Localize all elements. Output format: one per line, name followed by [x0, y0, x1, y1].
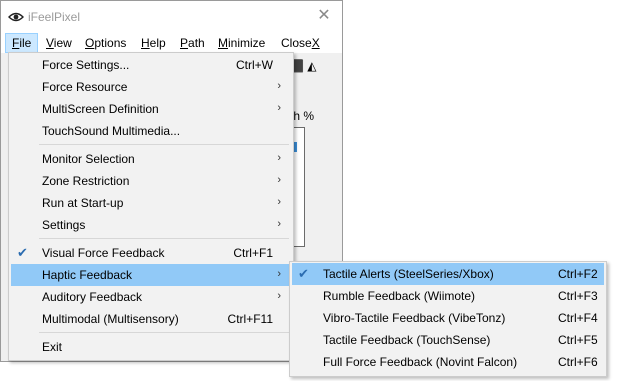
menu-minimize[interactable]: Minimize	[212, 33, 271, 53]
shortcut-label: Ctrl+F4	[558, 311, 598, 325]
menu-separator	[39, 332, 289, 333]
menu-file[interactable]: File	[5, 33, 39, 53]
menu-item-label: Monitor Selection	[42, 152, 135, 166]
submenu-item-tactile-feedback-touchsense[interactable]: Tactile Feedback (TouchSense) Ctrl+F5	[292, 329, 604, 351]
chevron-right-icon: ›	[277, 102, 281, 114]
menu-item-label: Visual Force Feedback	[42, 246, 165, 260]
menu-item-label: Full Force Feedback (Novint Falcon)	[323, 355, 518, 369]
checkmark-icon: ✔	[17, 245, 28, 260]
window-title: iFeelPixel	[28, 10, 81, 24]
chevron-right-icon: ›	[277, 268, 281, 280]
menu-path[interactable]: Path	[174, 33, 211, 53]
menu-item-force-resource[interactable]: Force Resource ›	[11, 76, 291, 98]
chevron-right-icon: ›	[277, 196, 281, 208]
menu-item-label: Exit	[42, 340, 63, 354]
menu-item-label: Haptic Feedback	[42, 268, 133, 282]
menu-item-auditory-feedback[interactable]: Auditory Feedback ›	[11, 286, 291, 308]
shortcut-label: Ctrl+F5	[558, 333, 598, 347]
menu-item-multiscreen-definition[interactable]: MultiScreen Definition ›	[11, 98, 291, 120]
menu-view[interactable]: View	[40, 33, 78, 53]
menu-item-label: Tactile Feedback (TouchSense)	[323, 333, 491, 347]
menu-item-haptic-feedback[interactable]: Haptic Feedback ›	[11, 264, 291, 286]
menu-closex[interactable]: CloseX	[275, 33, 326, 53]
menu-item-run-at-start-up[interactable]: Run at Start-up ›	[11, 192, 291, 214]
menu-item-label: Auditory Feedback	[42, 290, 143, 304]
menu-item-multimodal-multisensory[interactable]: Multimodal (Multisensory) Ctrl+F11	[11, 308, 291, 330]
menu-item-label: Force Settings...	[42, 58, 130, 72]
chevron-right-icon: ›	[277, 174, 281, 186]
menu-item-touchsound-multimedia[interactable]: TouchSound Multimedia...	[11, 120, 291, 142]
chevron-right-icon: ›	[277, 290, 281, 302]
shortcut-label: Ctrl+F3	[558, 289, 598, 303]
menu-item-force-settings[interactable]: Force Settings... Ctrl+W	[11, 54, 291, 76]
menu-item-label: Run at Start-up	[42, 196, 124, 210]
chevron-right-icon: ›	[277, 218, 281, 230]
title-bar: iFeelPixel ✕	[1, 1, 342, 33]
menu-item-label: Settings	[42, 218, 86, 232]
eye-icon	[8, 12, 24, 22]
haptic-submenu: ✔ Tactile Alerts (SteelSeries/Xbox) Ctrl+F…	[289, 261, 607, 377]
menu-item-exit[interactable]: Exit	[11, 336, 291, 358]
menu-help[interactable]: Help	[135, 33, 172, 53]
menu-item-label: Vibro-Tactile Feedback (VibeTonz)	[323, 311, 506, 325]
menu-item-settings[interactable]: Settings ›	[11, 214, 291, 236]
menu-item-label: Multimodal (Multisensory)	[42, 312, 179, 326]
menu-item-label: Rumble Feedback (Wiimote)	[323, 289, 476, 303]
shortcut-label: Ctrl+F11	[227, 312, 273, 326]
submenu-item-vibro-tactile-feedback-vibetonz[interactable]: Vibro-Tactile Feedback (VibeTonz) Ctrl+F4	[292, 307, 604, 329]
menu-item-visual-force-feedback[interactable]: ✔ Visual Force Feedback Ctrl+F1	[11, 242, 291, 264]
menu-options[interactable]: Options	[79, 33, 132, 53]
menu-separator	[39, 238, 289, 239]
menu-item-monitor-selection[interactable]: Monitor Selection ›	[11, 148, 291, 170]
checkmark-icon: ✔	[298, 266, 309, 281]
submenu-item-rumble-feedback-wiimote[interactable]: Rumble Feedback (Wiimote) Ctrl+F3	[292, 285, 604, 307]
submenu-item-full-force-feedback-novint-falcon[interactable]: Full Force Feedback (Novint Falcon) Ctrl+…	[292, 351, 604, 373]
chevron-right-icon: ›	[277, 152, 281, 164]
menu-item-label: Zone Restriction	[42, 174, 130, 188]
shortcut-label: Ctrl+W	[236, 58, 273, 72]
shortcut-label: Ctrl+F2	[558, 267, 598, 281]
shortcut-label: Ctrl+F1	[233, 246, 273, 260]
menu-bar: File View Options Help Path Minimize Clo…	[1, 33, 342, 53]
submenu-item-tactile-alerts-steelseries-xbox[interactable]: ✔ Tactile Alerts (SteelSeries/Xbox) Ctrl+F…	[292, 263, 604, 285]
menu-item-zone-restriction[interactable]: Zone Restriction ›	[11, 170, 291, 192]
file-menu: Force Settings... Ctrl+W Force Resource › Mu…	[8, 52, 294, 361]
menu-item-label: Tactile Alerts (SteelSeries/Xbox)	[323, 267, 494, 281]
menu-item-label: Force Resource	[42, 80, 128, 94]
shortcut-label: Ctrl+F6	[558, 355, 598, 369]
chevron-right-icon: ›	[277, 80, 281, 92]
menu-separator	[39, 144, 289, 145]
menu-item-label: MultiScreen Definition	[42, 102, 159, 116]
menu-item-label: TouchSound Multimedia...	[42, 124, 181, 138]
close-icon[interactable]: ✕	[315, 7, 333, 25]
